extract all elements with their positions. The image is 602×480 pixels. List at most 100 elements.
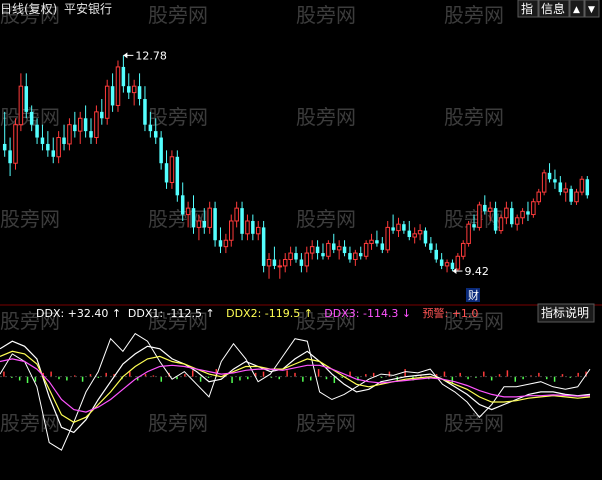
chart-stage: 股旁网 股旁网 股旁网 股旁网股旁网 股旁网 股旁网股旁网 股旁网 股旁网 股旁网股旁网 股旁网股… [0,0,602,451]
candle-51 [277,259,283,279]
candle-95 [514,214,520,231]
candle-103 [558,176,563,196]
triangle-down-icon: ▼ [588,5,595,15]
watermark-text-8: 股旁网 [0,207,60,231]
event-marker[interactable]: 财 [466,288,480,302]
candle-76 [412,227,417,244]
candle-92 [498,214,504,234]
candle-58 [315,240,320,260]
candle-97 [526,201,530,221]
candle-81 [439,253,444,270]
candle-20 [110,73,115,112]
candle-55 [299,253,304,273]
candle-44 [240,201,244,241]
svg-text:指标说明: 指标说明 [541,305,589,320]
btn-indicator[interactable]: 指 [517,0,539,18]
stock-name: 平安银行 [64,1,112,16]
candle-79 [429,237,433,254]
candle-102 [553,169,557,189]
candle-105 [569,185,573,205]
candle-80 [434,243,439,263]
candle-85 [460,240,466,260]
candle-61 [332,233,336,254]
candle-88 [477,201,482,231]
candle-96 [520,208,525,225]
candle-25 [137,73,142,106]
candle-23 [127,73,131,100]
indicator-help-button[interactable]: 指标说明 [537,303,595,323]
candle-75 [407,220,412,241]
candle-46 [251,214,255,241]
candle-69 [375,230,379,247]
candle-67 [363,240,369,260]
svg-text:指: 指 [521,1,533,16]
candle-84 [455,253,461,272]
watermark-text-3: 股旁网 [444,3,504,27]
candle-100 [541,169,547,196]
candle-3 [18,73,24,132]
candle-62 [336,240,342,260]
watermark-text-1: 股旁网 [148,3,208,27]
triangle-up-icon: ▲ [573,5,580,15]
watermark-text-7: 股旁网 [444,105,504,129]
candle-48 [261,220,266,273]
svg-text:财: 财 [468,288,479,302]
candle-49 [266,253,272,279]
candle-26 [143,86,147,132]
candle-77 [417,224,423,241]
candle-13 [73,111,77,138]
scroll-up-button[interactable]: ▲ [569,0,585,18]
candle-99 [536,188,542,205]
candle-54 [294,246,298,263]
candle-21 [115,60,121,112]
candle-78 [423,227,428,247]
candle-12 [67,118,72,151]
candle-70 [380,237,385,254]
candle-15 [83,105,88,138]
candle-57 [309,240,315,260]
candle-53 [288,246,293,266]
candle-11 [62,124,66,151]
candle-16 [89,118,93,144]
legend-item-4: 预警: +1.0 [423,306,479,320]
scroll-down-button[interactable]: ▼ [584,0,600,18]
candle-65 [353,249,358,266]
candle-50 [272,246,277,270]
svg-text:9.42: 9.42 [464,265,489,278]
candle-74 [402,220,406,234]
candle-60 [326,240,331,260]
candle-52 [282,253,288,273]
candle-64 [348,246,352,263]
candle-8 [46,131,50,157]
candle-41 [223,233,229,254]
price-annotation-0: 12.78 [123,49,167,62]
watermark-text-6: 股旁网 [296,105,356,129]
candle-32 [175,150,180,202]
watermark-text-10: 股旁网 [296,207,356,231]
candle-106 [574,188,579,205]
candle-2 [13,118,18,170]
candle-18 [100,99,104,125]
candle-71 [385,220,390,254]
watermark-text-2: 股旁网 [296,3,356,27]
candle-45 [245,214,250,241]
candle-104 [563,182,568,202]
candle-22 [121,55,126,93]
svg-text:12.78: 12.78 [135,49,167,62]
watermark-text-16: 股旁网 [0,411,60,435]
candle-73 [396,217,401,238]
candle-24 [131,79,137,106]
candle-56 [304,246,310,273]
candle-31 [169,150,175,189]
candle-68 [369,233,374,250]
candle-98 [531,198,536,218]
price-panel: 12.78 9.42 财 [2,49,590,302]
candle-4 [24,73,29,119]
candle-82 [444,259,450,273]
candle-38 [207,201,212,234]
btn-info[interactable]: 信息 [538,0,570,18]
candle-63 [342,240,347,257]
candle-59 [321,243,325,260]
candle-30 [164,150,169,189]
legend-item-0: DDX: +32.40 ↑ [36,307,121,320]
